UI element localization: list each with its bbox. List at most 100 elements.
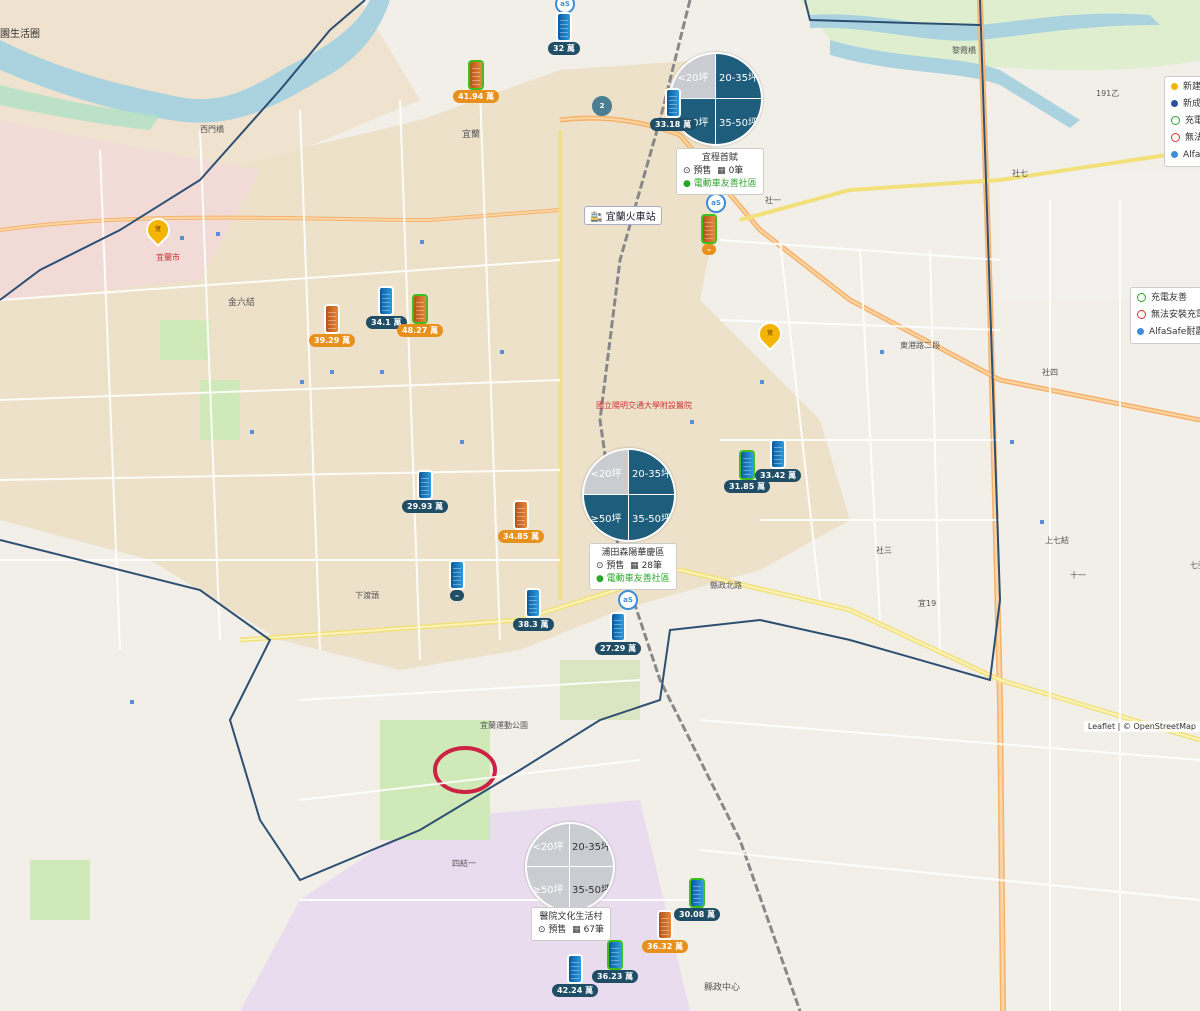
price-badge: 39.29 萬 [309,334,356,347]
building-icon [527,590,540,616]
building-icon [659,912,672,938]
street-label: 縣政北路 [710,581,742,590]
price-badge: 41.94 萬 [453,90,500,103]
project-info-card[interactable]: 浦田森陽華慶區 ⊙ 預售 ▦ 28筆 ● 電動車友善社區 [589,543,677,590]
legend-item[interactable]: AlfaSafe耐震 [1137,324,1200,341]
train-icon: 🚉 [590,212,603,223]
presale-icon: ⊙ [683,166,691,176]
top-left-label: 園生活圈 [0,29,40,40]
price-badge: 32 萬 [548,42,580,55]
street-label: 191乙 [1096,89,1120,98]
street-label: 西門橋 [200,125,224,134]
street-label: 宜19 [918,599,937,608]
legend-item[interactable]: Alfa [1171,147,1200,164]
building-icon [557,14,570,40]
building-price-marker[interactable]: 36.23 萬 [592,942,639,983]
project-title: 宜程首賦 [701,153,738,163]
size-pie-cluster[interactable]: <20坪 20-35坪 ≥50坪 35-50坪 [582,448,676,542]
building-icon [667,90,680,116]
building-price-marker[interactable]: 39.29 萬 [309,306,356,347]
price-badge: 33.18 萬 [650,118,697,131]
building-price-marker[interactable]: 34.85 萬 [498,502,545,543]
size-pie-cluster[interactable]: <20坪 20-35坪 ≥50坪 35-50坪 [525,822,615,912]
building-price-marker[interactable]: – [450,562,464,601]
price-badge: 34.85 萬 [498,530,545,543]
alfasafe-icon[interactable]: aS [706,193,726,213]
building-icon [691,880,704,906]
price-badge: 38.3 萬 [513,618,554,631]
building-price-marker[interactable]: 27.29 萬 [595,614,642,655]
street-label: 黎霞橋 [952,46,976,55]
building-price-marker[interactable]: 33.42 萬 [755,441,802,482]
building-icon [326,306,339,332]
building-icon [772,441,785,467]
legend-mid: 充電友善 無法安裝充電 AlfaSafe耐震 [1130,287,1200,344]
street-label: 金六結 [228,298,256,308]
count-icon: ▦ [630,561,639,571]
street-label: 四結一 [452,859,476,868]
street-label: 七張 [1190,561,1200,570]
presale-icon: ⊙ [538,925,546,935]
street-label: 社一 [765,196,781,205]
project-title: 醫院文化生活村 [539,912,603,922]
building-price-marker[interactable]: 42.24 萬 [552,956,599,997]
ev-icon: ● [596,574,604,584]
price-badge: – [702,244,716,255]
train-station-label[interactable]: 🚉 宜蘭火車站 [584,206,662,225]
building-price-marker[interactable]: 36.32 萬 [642,912,689,953]
street-label: 社三 [876,546,892,555]
price-badge: 48.27 萬 [397,324,444,337]
building-price-marker[interactable]: 29.93 萬 [402,472,449,513]
count-icon: ▦ [717,166,726,176]
project-info-card[interactable]: 宜程首賦 ⊙ 預售 ▦ 0筆 ● 電動車友善社區 [676,148,764,195]
project-info-card[interactable]: 醫院文化生活村 ⊙ 預售 ▦ 67筆 [531,907,612,941]
street-label: 上七結 [1045,536,1069,545]
building-icon [612,614,625,640]
street-label: 縣政中心 [704,983,741,993]
building-icon [451,562,463,588]
project-title: 浦田森陽華慶區 [601,548,665,558]
street-label: 十一 [1070,571,1086,580]
count-icon: ▦ [572,925,581,935]
street-label: 宜蘭 [462,130,481,140]
presale-icon: ⊙ [596,561,604,571]
building-price-marker[interactable]: 41.94 萬 [453,62,500,103]
price-badge: 42.24 萬 [552,984,599,997]
price-badge: 29.93 萬 [402,500,449,513]
legend-item[interactable]: 無法 [1171,130,1200,147]
building-icon [419,472,432,498]
street-label: 宜蘭市 [156,253,180,262]
street-label: 社七 [1012,169,1028,178]
legend-item[interactable]: 新成 [1171,96,1200,113]
building-price-marker[interactable]: 32 萬 [548,14,580,55]
legend-item[interactable]: 充電 [1171,113,1200,130]
park-label: 宜蘭運動公園 [480,721,528,730]
legend-item[interactable]: 新建 [1171,79,1200,96]
building-icon [569,956,582,982]
alfasafe-icon[interactable]: aS [618,590,638,610]
price-badge: 36.23 萬 [592,970,639,983]
price-badge: 33.42 萬 [755,469,802,482]
building-icon [470,62,483,88]
price-badge: 27.29 萬 [595,642,642,655]
legend-item[interactable]: 充電友善 [1137,290,1200,307]
price-badge: 36.32 萬 [642,940,689,953]
building-price-marker[interactable]: 48.27 萬 [397,296,444,337]
building-icon [703,216,715,242]
street-label: 東港路二段 [900,341,940,350]
building-icon [414,296,427,322]
building-icon [515,502,528,528]
building-price-marker[interactable]: 38.3 萬 [513,590,554,631]
building-price-marker[interactable]: 33.18 萬 [650,90,697,131]
ev-icon: ● [683,179,691,189]
building-price-marker[interactable]: – [702,216,716,255]
building-icon [609,942,622,968]
hospital-label: 國立陽明交通大學附設醫院 [596,401,692,410]
street-label: 下渡頭 [355,591,379,600]
map-attribution[interactable]: Leaflet | © OpenStreetMap [1083,721,1200,732]
legend-item[interactable]: 無法安裝充電 [1137,307,1200,324]
building-icon [380,288,393,314]
cluster-icon[interactable]: 2 [592,96,612,116]
street-label: 社四 [1042,368,1058,377]
legend-top: 新建 新成 充電 無法 Alfa [1164,76,1200,167]
